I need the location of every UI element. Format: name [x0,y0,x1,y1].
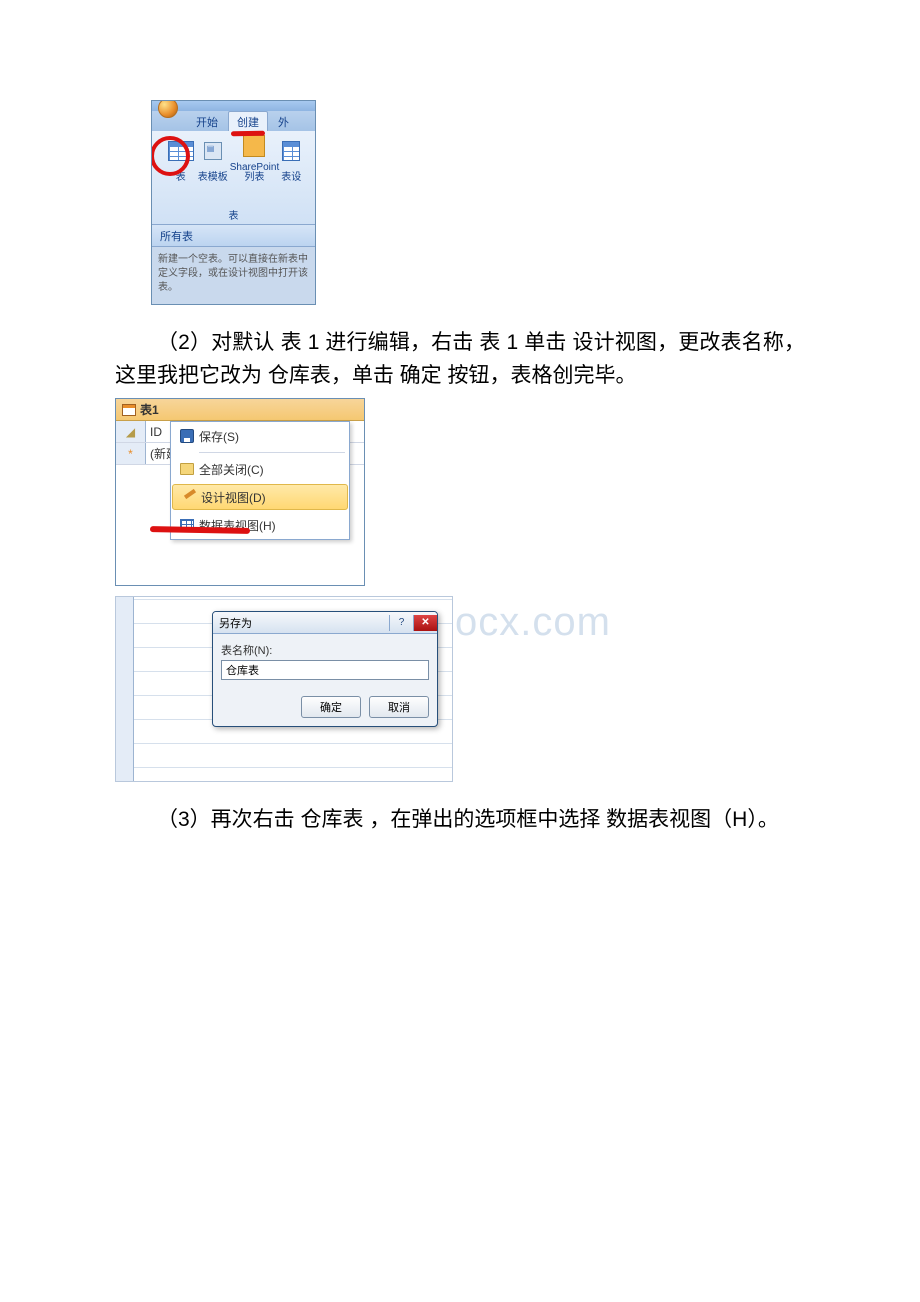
menu-datasheet-view[interactable]: 数据表视图(H) [171,511,349,539]
paragraph-step-2: （2）对默认 表 1 进行编辑，右击 表 1 单击 设计视图，更改表名称，这里我… [115,327,805,392]
table-tab-label: 表1 [140,401,159,418]
table-name-input[interactable] [221,660,429,680]
ribbon-btn-table-template[interactable]: ▤ 表模板 [198,136,228,183]
save-as-dialog: 另存为 ? ✕ 表名称(N): 确定 取消 [212,611,438,727]
table-name-label: 表名称(N): [221,642,429,658]
ribbon-btn-template-label: 表模板 [198,168,228,183]
tab-create[interactable]: 创建 [228,111,268,131]
dialog-titlebar: 另存为 ? ✕ [213,612,437,634]
table-tab-icon [122,404,136,416]
ribbon-btn-design-label: 表设 [281,168,301,183]
context-menu-screenshot: 表1 ◢ ID 添加新字段 * (新建) 保存(S) 全部关闭(C) 设计视图(… [115,398,365,586]
dialog-help-button[interactable]: ? [389,615,413,631]
tab-create-label: 创建 [237,117,259,129]
new-record-indicator-icon: * [116,443,146,464]
menu-close-all[interactable]: 全部关闭(C) [171,455,349,483]
dialog-button-row: 确定 取消 [213,688,437,726]
menu-design-view[interactable]: 设计视图(D) [172,484,348,510]
table-tab-header[interactable]: 表1 [116,399,364,421]
red-circle-annotation-icon [151,136,190,176]
paragraph-step-3: （3）再次右击 仓库表 ，在弹出的选项框中选择 数据表视图（H）。 [115,804,805,837]
ribbon-btn-table-design[interactable]: 表设 [281,136,301,183]
tooltip-text: 新建一个空表。可以直接在新表中定义字段，或在设计视图中打开该表。 [152,247,315,301]
datasheet-left-gutter [115,399,116,585]
window-titlebar [152,101,315,111]
ribbon-tabs: 开始 创建 外 [152,111,315,131]
ribbon-btn-sharepoint[interactable]: SharePoint 列表 [230,131,279,183]
menu-separator [199,452,345,453]
design-view-icon [182,490,196,504]
row-selector[interactable]: ◢ [116,421,146,442]
menu-save[interactable]: 保存(S) [171,422,349,450]
nav-pane-title: 所有表 [160,228,193,244]
menu-close-all-label: 全部关闭(C) [199,461,264,478]
tab-external[interactable]: 外 [270,112,297,131]
menu-design-view-label: 设计视图(D) [201,489,266,506]
dialog-body: 表名称(N): [213,634,437,688]
red-underline-annotation-icon [231,131,265,137]
ok-button[interactable]: 确定 [301,696,361,718]
close-icon [180,463,194,475]
ribbon-btn-sharepoint-label: SharePoint 列表 [230,163,279,183]
ribbon-group-label: 表 [229,205,239,224]
datasheet-gutter [116,597,134,781]
save-as-dialog-screenshot: 另存为 ? ✕ 表名称(N): 确定 取消 [115,596,453,782]
save-icon [180,429,194,443]
dialog-title-text: 另存为 [219,615,252,631]
table-design-icon [282,141,300,161]
nav-pane-header[interactable]: 所有表 [152,225,315,247]
menu-save-label: 保存(S) [199,428,239,445]
ribbon-screenshot: 开始 创建 外 表 ▤ 表模板 [151,100,316,305]
context-menu: 保存(S) 全部关闭(C) 设计视图(D) 数据表视图(H) [170,421,350,540]
tab-start[interactable]: 开始 [188,112,226,131]
col-id-label: ID [150,425,162,439]
dialog-close-button[interactable]: ✕ [413,615,437,631]
cancel-button[interactable]: 取消 [369,696,429,718]
